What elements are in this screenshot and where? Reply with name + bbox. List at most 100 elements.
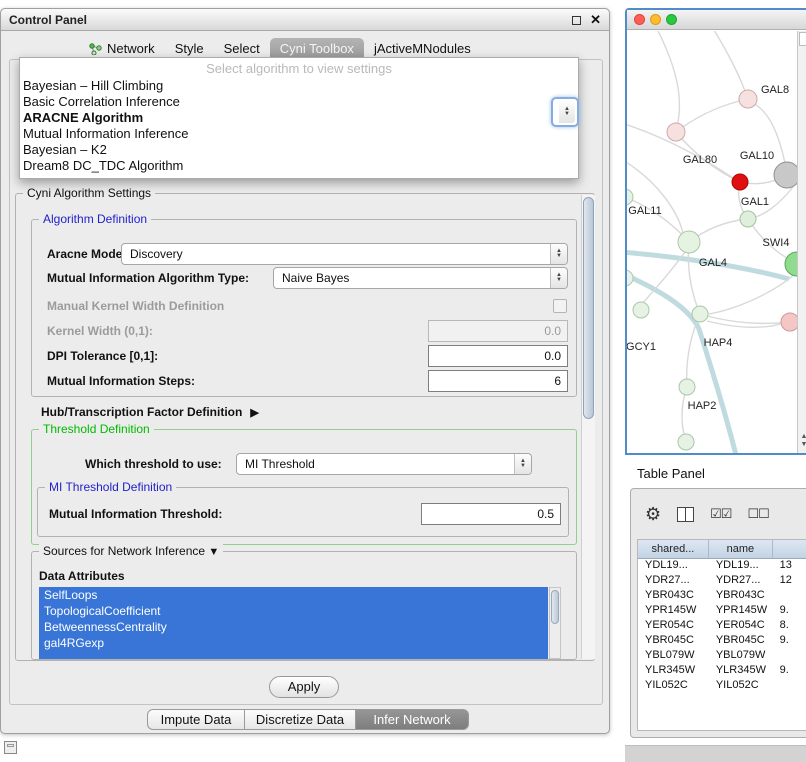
mac-minimize-button[interactable]	[650, 14, 661, 25]
table-row[interactable]: YPR145WYPR145W9.	[638, 604, 806, 619]
network-canvas[interactable]: GAL8GAL80GAL10GAL11GAL1SWI4GAL4GCY1HAP4H…	[627, 31, 806, 453]
column-header[interactable]: shared...	[638, 540, 709, 558]
dpi-tolerance-label: DPI Tolerance [0,1]:	[47, 349, 158, 363]
network-node[interactable]	[627, 270, 633, 286]
chevron-down-icon[interactable]: ▼	[208, 546, 219, 558]
network-node[interactable]	[667, 123, 685, 141]
hub-transcription-section[interactable]: Hub/Transcription Factor Definition ▶	[41, 405, 259, 419]
network-scrollbar[interactable]: ▲▼	[797, 31, 806, 453]
combobox-value: MI Threshold	[245, 457, 315, 471]
table-cell: YPR145W	[638, 604, 709, 619]
data-attributes-list[interactable]: SelfLoopsTopologicalCoefficientBetweenne…	[39, 587, 548, 659]
scrollbar-thumb[interactable]	[583, 197, 594, 419]
scrollbar-thumb[interactable]	[551, 590, 559, 624]
table-row[interactable]: YDL19...YDL19...13	[638, 559, 806, 574]
control-panel-window: Control Panel ✕ Network Style Select Cyn…	[0, 8, 610, 734]
table-row[interactable]: YBL079WYBL079W	[638, 649, 806, 664]
network-node[interactable]	[678, 434, 694, 450]
data-attributes-label: Data Attributes	[39, 569, 125, 583]
table-cell: YDR27...	[709, 574, 773, 589]
algorithm-option[interactable]: Bayesian – K2	[20, 142, 578, 158]
column-header[interactable]: name	[709, 540, 773, 558]
mi-steps-field[interactable]	[428, 370, 568, 392]
table-cell: YDL19...	[709, 559, 773, 574]
table-row[interactable]: YDR27...YDR27...12	[638, 574, 806, 589]
settings-scrollbar[interactable]	[581, 195, 595, 659]
data-attribute-item[interactable]: SelfLoops	[39, 587, 548, 603]
combobox-stepper-icon[interactable]: ▲▼	[550, 268, 567, 288]
aracne-mode-combobox[interactable]: Discovery ▲▼	[121, 243, 568, 265]
table-cell: YBR045C	[709, 634, 773, 649]
network-node[interactable]	[740, 211, 756, 227]
table-row[interactable]: YLR345WYLR345W9.	[638, 664, 806, 679]
algorithm-option[interactable]: Mutual Information Inference	[20, 126, 578, 142]
control-panel-titlebar[interactable]: Control Panel ✕	[1, 9, 609, 31]
data-attribute-item[interactable]: TopologicalCoefficient	[39, 603, 548, 619]
mi-algorithm-type-combobox[interactable]: Naive Bayes ▲▼	[273, 267, 568, 289]
dpi-tolerance-field[interactable]	[428, 345, 568, 367]
table-row[interactable]: YER054CYER054C8.	[638, 619, 806, 634]
combobox-stepper-icon[interactable]: ▲▼	[559, 101, 575, 123]
network-window-titlebar[interactable]	[627, 10, 806, 30]
network-tab-icon	[89, 43, 102, 55]
chevron-right-icon[interactable]: ▶	[250, 406, 258, 419]
node-label: GAL10	[740, 150, 774, 162]
node-label: GAL80	[683, 154, 717, 166]
column-chooser-icon[interactable]	[677, 507, 694, 522]
algorithm-option[interactable]: Bayesian – Hill Climbing	[20, 78, 578, 94]
table-row[interactable]: YBR045CYBR045C9.	[638, 634, 806, 649]
deselect-all-checkboxes-icon[interactable]: ☐☐	[747, 506, 768, 522]
network-node[interactable]	[627, 189, 633, 205]
combobox-stepper-icon[interactable]: ▲▼	[514, 454, 531, 474]
table-cell: YLR345W	[709, 664, 773, 679]
tab-impute-data[interactable]: Impute Data	[147, 709, 245, 730]
tab-label: Select	[224, 41, 260, 56]
data-attribute-item[interactable]: BetweennessCentrality	[39, 619, 548, 635]
mi-threshold-field[interactable]	[421, 503, 561, 525]
panel-restore-icon[interactable]	[4, 741, 17, 754]
algorithm-option[interactable]: Dream8 DC_TDC Algorithm	[20, 158, 578, 174]
attribute-list-scrollbar[interactable]	[549, 587, 561, 659]
network-node[interactable]	[739, 90, 757, 108]
table-cell: YLR345W	[638, 664, 709, 679]
mac-zoom-button[interactable]	[666, 14, 677, 25]
table-row[interactable]: YBR043CYBR043C	[638, 589, 806, 604]
sources-group-title[interactable]: Sources for Network Inference ▼	[39, 544, 223, 558]
algorithm-combobox-fragment[interactable]: ▲▼	[551, 97, 579, 127]
tab-infer-network[interactable]: Infer Network	[355, 709, 469, 730]
apply-button[interactable]: Apply	[269, 676, 339, 698]
close-icon[interactable]: ✕	[590, 14, 601, 26]
network-view-window: GAL8GAL80GAL10GAL11GAL1SWI4GAL4GCY1HAP4H…	[625, 8, 806, 455]
scrollbar-button[interactable]	[799, 32, 806, 46]
select-all-checkboxes-icon[interactable]: ☑☑	[710, 506, 731, 522]
mac-close-button[interactable]	[634, 14, 645, 25]
manual-kernel-width-checkbox[interactable]	[553, 299, 567, 313]
hub-transcription-label: Hub/Transcription Factor Definition	[41, 405, 242, 419]
float-window-icon[interactable]	[572, 16, 581, 25]
which-threshold-combobox[interactable]: MI Threshold ▲▼	[236, 453, 532, 475]
gear-icon[interactable]: ⚙	[645, 504, 661, 525]
network-node[interactable]	[678, 231, 700, 253]
table-panel: ⚙ ☑☑ ☐☐ shared...name YDL19...YDL19...13…	[630, 488, 806, 738]
algorithm-option[interactable]: Basic Correlation Inference	[20, 94, 578, 110]
scroll-arrows-icon[interactable]: ▲▼	[798, 433, 806, 449]
column-header[interactable]	[773, 540, 806, 558]
window-title: Control Panel	[9, 13, 87, 27]
group-title: Algorithm Definition	[39, 212, 151, 226]
table-row[interactable]: YIL052CYIL052C	[638, 679, 806, 694]
table-cell: YIL052C	[638, 679, 709, 694]
tab-discretize-data[interactable]: Discretize Data	[244, 709, 356, 730]
combobox-stepper-icon[interactable]: ▲▼	[550, 244, 567, 264]
table-cell: 9.	[773, 604, 806, 619]
data-attribute-item[interactable]: gal4RGexp	[39, 635, 548, 651]
dropdown-placeholder[interactable]: Select algorithm to view settings	[20, 58, 578, 78]
node-label: HAP4	[704, 337, 733, 349]
mi-algorithm-type-label: Mutual Information Algorithm Type:	[47, 271, 249, 285]
network-node[interactable]	[633, 302, 649, 318]
network-node[interactable]	[732, 174, 748, 190]
network-graph[interactable]: GAL8GAL80GAL10GAL11GAL1SWI4GAL4GCY1HAP4H…	[627, 31, 806, 453]
network-node[interactable]	[692, 306, 708, 322]
algorithm-option[interactable]: ARACNE Algorithm	[20, 110, 578, 126]
kernel-width-field[interactable]	[428, 320, 568, 342]
network-node[interactable]	[679, 379, 695, 395]
